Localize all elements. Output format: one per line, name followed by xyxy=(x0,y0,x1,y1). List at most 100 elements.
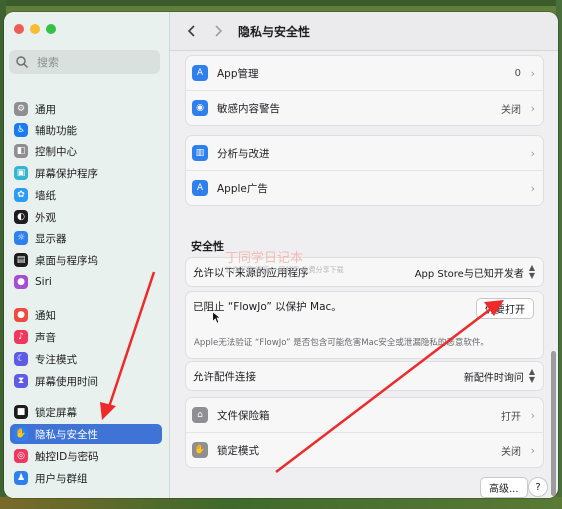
focus-icon: ☾ xyxy=(14,352,28,366)
zoom-button[interactable] xyxy=(46,24,56,34)
settings-row-label: 分析与改进 xyxy=(217,147,270,160)
accessory-group: 允许配件连接 新配件时询问 ▲ ▼ xyxy=(185,361,544,391)
accessibility-icon: ♿ xyxy=(14,123,28,137)
accessory-value: 新配件时询问 xyxy=(463,372,524,384)
chevron-right-icon: › xyxy=(530,181,535,195)
open-anyway-button[interactable]: 仍要打开 xyxy=(476,298,534,319)
blocked-app-note: Apple无法验证 “FlowJo” 是否包含可能危害Mac安全或泄漏隐私的恶意… xyxy=(194,338,489,348)
control-center-icon: ◧ xyxy=(14,144,28,158)
titlebar: 隐私与安全性 xyxy=(170,12,558,51)
search-icon xyxy=(16,56,29,69)
settings-row-label: Apple广告 xyxy=(217,182,268,195)
settings-row-value: 0 xyxy=(514,67,521,79)
desktop-wallpaper xyxy=(0,0,562,6)
chevron-right-icon: › xyxy=(530,101,535,115)
sidebar-item-label: 隐私与安全性 xyxy=(35,428,98,441)
forward-button[interactable] xyxy=(208,21,228,41)
sidebar-item[interactable]: ■ 锁定屏幕 xyxy=(10,402,162,422)
settings-row-label: 敏感内容警告 xyxy=(217,102,280,115)
settings-row-label: 锁定模式 xyxy=(217,444,259,457)
sidebar-item-label: 外观 xyxy=(35,211,56,224)
security-section-title: 安全性 xyxy=(191,240,224,253)
hand-icon: ✋ xyxy=(14,427,28,441)
settings-row[interactable]: ✋ 锁定模式 关闭 › xyxy=(186,433,543,467)
sidebar-item[interactable]: ☼ 显示器 xyxy=(10,228,162,248)
gear-icon: ⚙ xyxy=(14,102,28,116)
filevault-group: ⌂ 文件保险箱 打开 › ✋ 锁定模式 关闭 › xyxy=(185,397,544,468)
help-button[interactable]: ? xyxy=(528,477,548,497)
sidebar-item[interactable]: ◎ 触控ID与密码 xyxy=(10,446,162,466)
minimize-button[interactable] xyxy=(30,24,40,34)
sensitive-content-icon: ◉ xyxy=(192,100,208,116)
analytics-icon: ▥ xyxy=(192,145,208,161)
screensaver-icon: ▣ xyxy=(14,166,28,180)
sidebar-item[interactable]: ♿ 辅助功能 xyxy=(10,120,162,140)
chevron-right-icon: › xyxy=(530,146,535,160)
sidebar-item[interactable]: ☾ 专注模式 xyxy=(10,349,162,369)
sound-icon: ♪ xyxy=(14,330,28,344)
accessory-row: 允许配件连接 新配件时询问 ▲ ▼ xyxy=(186,362,543,390)
sidebar-item[interactable]: ♪ 声音 xyxy=(10,327,162,347)
sidebar-item[interactable]: ♟ 用户与群组 xyxy=(10,468,162,488)
sidebar-item-label: 控制中心 xyxy=(35,145,77,158)
sidebar-item[interactable]: ✋ 隐私与安全性 xyxy=(10,424,162,444)
analytics-group: ▥ 分析与改进 › A Apple广告 › xyxy=(185,135,544,206)
settings-row[interactable]: A Apple广告 › xyxy=(186,171,543,205)
accessory-popup[interactable]: 新配件时询问 ▲ ▼ xyxy=(464,368,535,384)
settings-row[interactable]: ▥ 分析与改进 › xyxy=(186,136,543,171)
appearance-icon: ◐ xyxy=(14,210,28,224)
updown-chevron-icon: ▲ ▼ xyxy=(528,367,535,384)
sidebar-item[interactable]: ▣ 屏幕保护程序 xyxy=(10,163,162,183)
settings-row[interactable]: ⌂ 文件保险箱 打开 › xyxy=(186,398,543,433)
watermark-subtext: 软件下载 资源 一网打尽 免费分享下载 xyxy=(225,266,344,274)
sidebar-item[interactable]: ▤ 桌面与程序坞 xyxy=(10,250,162,270)
fingerprint-icon: ◎ xyxy=(14,449,28,463)
chevron-right-icon: › xyxy=(530,408,535,422)
screen-time-icon: ⧗ xyxy=(14,374,28,388)
wallpaper-icon: ✿ xyxy=(14,188,28,202)
sidebar-item[interactable]: ● 通知 xyxy=(10,305,162,325)
scrollbar[interactable] xyxy=(551,351,556,496)
allow-apps-popup[interactable]: App Store与已知开发者 ▲ ▼ xyxy=(415,264,535,280)
settings-row-label: App管理 xyxy=(217,67,259,80)
sidebar-item-label: 声音 xyxy=(35,331,56,344)
settings-row-value: 关闭 xyxy=(501,104,521,116)
advanced-button[interactable]: 高级... xyxy=(480,477,528,498)
sidebar-item-label: 用户与群组 xyxy=(35,472,88,485)
lockdown-icon: ✋ xyxy=(192,442,208,458)
sidebar-item[interactable]: ● Siri xyxy=(10,272,162,292)
sidebar-item[interactable]: ⧗ 屏幕使用时间 xyxy=(10,371,162,391)
sidebar-item[interactable]: ◧ 控制中心 xyxy=(10,141,162,161)
lock-screen-icon: ■ xyxy=(14,405,28,419)
updown-chevron-icon: ▲ ▼ xyxy=(528,263,535,280)
privacy-group: A App管理 0 › ◉ 敏感内容警告 关闭 › xyxy=(185,55,544,126)
close-button[interactable] xyxy=(14,24,24,34)
system-settings-window: ⚙ 通用 ♿ 辅助功能 ◧ 控制中心 ▣ 屏幕保护程序 ✿ 墙纸 ◐ 外观 ☼ 显示器 ▤ 桌面与程序坞 ● Si… xyxy=(4,12,558,498)
sidebar-item[interactable]: ⚙ 通用 xyxy=(10,99,162,119)
sidebar: ⚙ 通用 ♿ 辅助功能 ◧ 控制中心 ▣ 屏幕保护程序 ✿ 墙纸 ◐ 外观 ☼ 显示器 ▤ 桌面与程序坞 ● Si… xyxy=(4,12,170,498)
sidebar-item[interactable]: ◐ 外观 xyxy=(10,207,162,227)
search-field[interactable] xyxy=(9,50,160,74)
back-button[interactable] xyxy=(182,21,202,41)
sidebar-item-label: 屏幕保护程序 xyxy=(35,167,98,180)
sidebar-item-label: 桌面与程序坞 xyxy=(35,254,98,267)
display-icon: ☼ xyxy=(14,231,28,245)
users-icon: ♟ xyxy=(14,471,28,485)
settings-row-label: 文件保险箱 xyxy=(217,409,270,422)
sidebar-item-label: 锁定屏幕 xyxy=(35,406,77,419)
sidebar-item-label: Siri xyxy=(35,276,52,288)
page-title: 隐私与安全性 xyxy=(238,24,311,39)
sidebar-item-label: 屏幕使用时间 xyxy=(35,375,98,388)
filevault-icon: ⌂ xyxy=(192,407,208,423)
settings-row-value: 关闭 xyxy=(501,446,521,458)
siri-icon: ● xyxy=(14,275,28,289)
settings-row[interactable]: ◉ 敏感内容警告 关闭 › xyxy=(186,91,543,125)
main-content: A App管理 0 › ◉ 敏感内容警告 关闭 › ▥ 分析与改进 › A Apple广告 › 安全性 … xyxy=(170,51,558,498)
notification-icon: ● xyxy=(14,308,28,322)
sidebar-item[interactable]: ✿ 墙纸 xyxy=(10,185,162,205)
chevron-left-icon xyxy=(187,25,195,37)
sidebar-item-label: 辅助功能 xyxy=(35,124,77,137)
search-input[interactable] xyxy=(35,54,149,70)
settings-row[interactable]: A App管理 0 › xyxy=(186,56,543,91)
watermark-text: 丁同学日记本 xyxy=(225,251,304,266)
